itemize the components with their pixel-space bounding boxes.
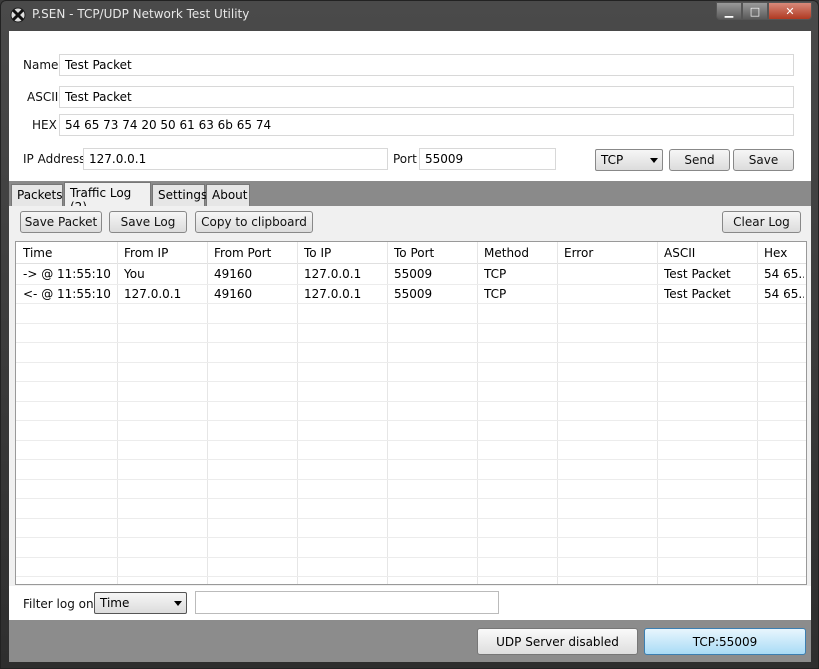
table-row[interactable]: -> @ 11:55:10 You 49160 127.0.0.1 55009 TCP Te… xyxy=(16,264,806,284)
title-bar[interactable]: P.SEN - TCP/UDP Network Test Utility ▁ □… xyxy=(1,1,818,29)
udp-server-button[interactable]: UDP Server disabled xyxy=(477,628,638,655)
ip-address-field[interactable]: 127.0.0.1 xyxy=(83,148,388,170)
table-cell: 127.0.0.1 xyxy=(124,287,182,301)
app-icon xyxy=(10,7,26,23)
tcp-server-button[interactable]: TCP:55009 xyxy=(644,628,806,655)
table-cell: 127.0.0.1 xyxy=(304,267,362,281)
table-cell: TCP xyxy=(484,287,507,301)
row-divider xyxy=(16,537,806,538)
name-label: Name xyxy=(23,58,59,72)
ascii-field[interactable]: Test Packet xyxy=(59,86,794,108)
table-cell: 55009 xyxy=(394,287,433,301)
maximize-icon[interactable]: □ xyxy=(742,2,768,20)
row-divider xyxy=(16,518,806,519)
tab-traffic-log[interactable]: Traffic Log (2) xyxy=(64,182,151,214)
send-button[interactable]: Send xyxy=(669,149,730,171)
traffic-log-panel: Save Packet Save Log Copy to clipboard C… xyxy=(9,206,811,616)
minimize-icon[interactable]: ▁ xyxy=(716,2,742,20)
app-window: P.SEN - TCP/UDP Network Test Utility ▁ □… xyxy=(0,0,819,669)
table-cell: Test Packet xyxy=(664,267,731,281)
tab-strip: Packets Traffic Log (2) Settings About xyxy=(9,181,811,214)
copy-to-clipboard-button[interactable]: Copy to clipboard xyxy=(195,211,313,233)
clear-log-button[interactable]: Clear Log xyxy=(722,211,801,233)
row-divider xyxy=(16,381,806,382)
chevron-down-icon xyxy=(650,158,658,163)
save-log-button[interactable]: Save Log xyxy=(109,211,187,233)
table-cell: You xyxy=(124,267,145,281)
row-divider xyxy=(16,440,806,441)
port-label: Port xyxy=(393,152,417,166)
filter-bar: Filter log on: Time xyxy=(9,586,811,620)
row-divider xyxy=(16,459,806,460)
protocol-selected: TCP xyxy=(601,153,624,167)
column-header[interactable]: From Port xyxy=(214,246,295,260)
column-header[interactable]: ASCII xyxy=(664,246,755,260)
row-divider xyxy=(16,498,806,499)
filter-label: Filter log on: xyxy=(23,597,98,611)
ascii-label: ASCII xyxy=(27,90,59,104)
hex-label: HEX xyxy=(32,118,57,132)
name-field[interactable]: Test Packet xyxy=(59,54,794,76)
close-icon[interactable]: ✕ xyxy=(768,2,812,20)
table-header: Time From IP From Port To IP To Port Method Er… xyxy=(16,242,806,264)
column-header[interactable]: From IP xyxy=(124,246,205,260)
column-header[interactable]: Method xyxy=(484,246,555,260)
column-header[interactable]: Time xyxy=(23,246,115,260)
table-cell: 49160 xyxy=(214,287,253,301)
status-bar: UDP Server disabled TCP:55009 xyxy=(9,620,811,662)
table-cell: 54 65... xyxy=(764,287,804,301)
tab-about[interactable]: About xyxy=(206,184,250,206)
row-divider xyxy=(16,362,806,363)
row-divider xyxy=(16,342,806,343)
filter-text-input[interactable] xyxy=(195,591,499,614)
hex-field[interactable]: 54 65 73 74 20 50 61 63 6b 65 74 xyxy=(59,114,794,136)
tab-settings[interactable]: Settings xyxy=(152,184,207,206)
table-cell: -> @ 11:55:10 xyxy=(23,267,111,281)
column-header[interactable]: Hex xyxy=(764,246,804,260)
table-cell: 55009 xyxy=(394,267,433,281)
row-divider xyxy=(16,576,806,577)
table-cell: 49160 xyxy=(214,267,253,281)
filter-selected: Time xyxy=(100,596,130,610)
traffic-log-table[interactable]: Time From IP From Port To IP To Port Method Er… xyxy=(15,241,807,585)
row-divider xyxy=(16,401,806,402)
column-header[interactable]: To IP xyxy=(304,246,385,260)
save-button[interactable]: Save xyxy=(733,149,794,171)
save-packet-button[interactable]: Save Packet xyxy=(20,211,102,233)
column-header[interactable]: To Port xyxy=(394,246,475,260)
row-divider xyxy=(16,420,806,421)
row-divider xyxy=(16,479,806,480)
window-controls: ▁ □ ✕ xyxy=(716,2,812,21)
table-cell: Test Packet xyxy=(664,287,731,301)
row-divider xyxy=(16,557,806,558)
column-header[interactable]: Error xyxy=(564,246,655,260)
table-cell: 127.0.0.1 xyxy=(304,287,362,301)
tab-packets[interactable]: Packets xyxy=(11,184,63,206)
row-divider xyxy=(16,323,806,324)
protocol-select[interactable]: TCP xyxy=(595,149,663,171)
packet-editor: Name Test Packet ASCII Test Packet HEX 5… xyxy=(9,31,811,181)
ip-address-label: IP Address xyxy=(23,152,86,166)
table-cell: 54 65... xyxy=(764,267,804,281)
chevron-down-icon xyxy=(174,601,182,606)
table-row[interactable]: <- @ 11:55:10 127.0.0.1 49160 127.0.0.1 5500… xyxy=(16,284,806,304)
table-cell: TCP xyxy=(484,267,507,281)
window-title: P.SEN - TCP/UDP Network Test Utility xyxy=(32,7,250,21)
client-area: Name Test Packet ASCII Test Packet HEX 5… xyxy=(9,31,811,662)
port-field[interactable]: 55009 xyxy=(419,148,556,170)
table-cell: <- @ 11:55:10 xyxy=(23,287,111,301)
filter-field-select[interactable]: Time xyxy=(94,592,187,614)
